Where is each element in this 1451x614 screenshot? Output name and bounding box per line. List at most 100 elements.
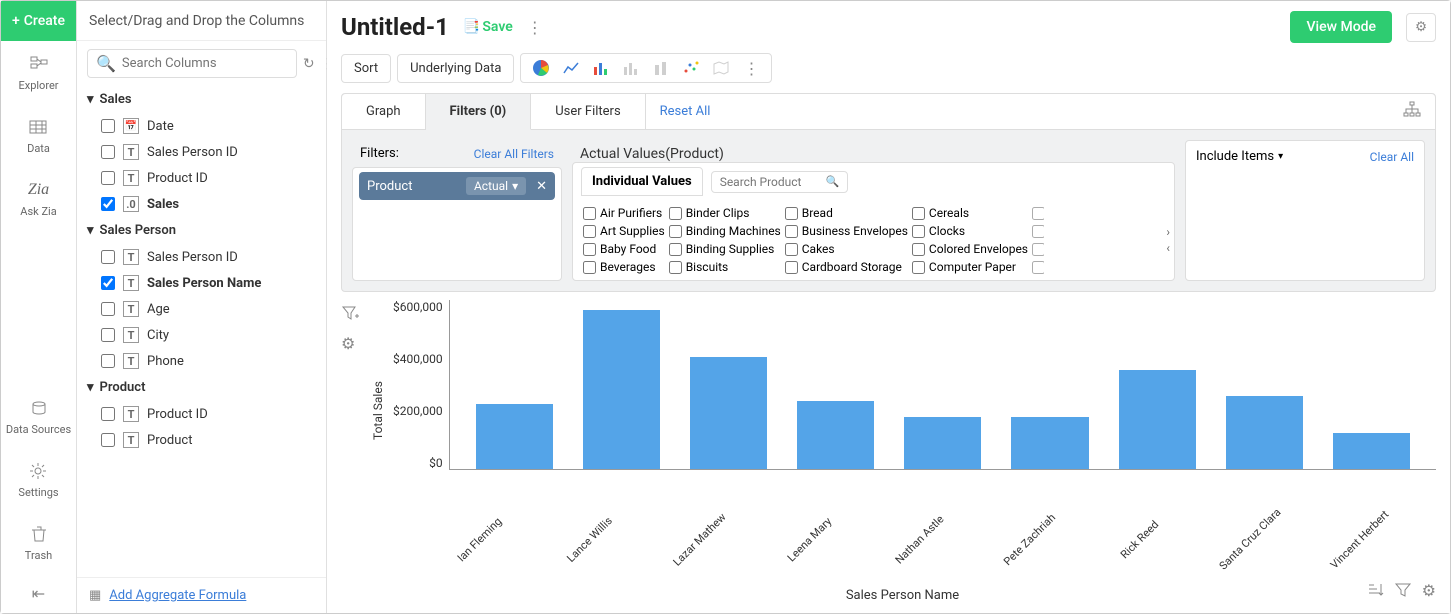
date-icon: 📅	[123, 118, 139, 134]
individual-values-tab[interactable]: Individual Values	[581, 167, 703, 196]
column-item[interactable]: TProduct ID	[87, 165, 316, 191]
x-axis-labels: Ian FlemingLance WillisLazar MathewLeena…	[369, 521, 1436, 548]
rail-trash[interactable]: Trash	[21, 511, 56, 574]
chart-config-icon[interactable]: ⚙	[1422, 581, 1436, 603]
product-checkbox[interactable]: Biscuits	[669, 260, 781, 274]
view-mode-button[interactable]: View Mode	[1290, 11, 1392, 43]
scroll-right-icon[interactable]: ›	[1166, 225, 1170, 239]
column-item[interactable]: TSales Person ID	[87, 244, 316, 270]
clear-all-filters-link[interactable]: Clear All Filters	[474, 147, 554, 161]
actual-values-title: Actual Values(Product)	[572, 140, 1175, 162]
column-item[interactable]: TProduct	[87, 427, 316, 453]
main-area: Untitled-1 📑 Save ⋮ View Mode ⚙ Sort Und…	[327, 1, 1450, 613]
add-aggregate-formula[interactable]: ▦ Add Aggregate Formula	[77, 577, 326, 613]
bar-chart-icon[interactable]	[591, 58, 611, 78]
product-checkbox[interactable]: Cakes	[785, 242, 908, 256]
sort-button[interactable]: Sort	[341, 54, 391, 83]
product-checkbox[interactable]: Binding Supplies	[669, 242, 781, 256]
filters-label: Filters:	[360, 146, 399, 161]
chart-bar[interactable]	[797, 401, 874, 469]
rail-data[interactable]: Data	[23, 104, 54, 167]
sort-bars-icon[interactable]	[1366, 581, 1384, 603]
product-checkbox[interactable]: Clocks	[912, 224, 1028, 238]
product-checkbox[interactable]: Cereals	[912, 206, 1028, 220]
search-columns-input[interactable]: 🔍	[87, 49, 297, 78]
rail-explorer[interactable]: Explorer	[14, 41, 62, 104]
product-checkbox[interactable]: Beverages	[583, 260, 665, 274]
group-header[interactable]: ▾Product	[87, 374, 316, 401]
remove-filter-icon[interactable]: ✕	[536, 179, 547, 194]
search-product-input[interactable]: 🔍	[711, 171, 849, 193]
collapse-rail-icon[interactable]: ⇤	[22, 574, 55, 613]
product-checkbox[interactable]: Colored Envelopes	[912, 242, 1028, 256]
rail-data-sources[interactable]: Data Sources	[2, 385, 75, 448]
columns-header: Select/Drag and Drop the Columns	[77, 1, 326, 41]
filter-mode-dropdown[interactable]: Actual ▾	[466, 177, 526, 195]
product-checkbox[interactable]: Art Supplies	[583, 224, 665, 238]
chevron-down-icon: ▾	[1278, 151, 1283, 162]
pie-chart-icon[interactable]	[531, 58, 551, 78]
save-button[interactable]: 📑 Save	[463, 19, 513, 35]
rail-ask-zia[interactable]: Zia Ask Zia	[16, 167, 60, 230]
product-checkbox[interactable]: Binder Clips	[669, 206, 781, 220]
create-label: Create	[24, 13, 65, 29]
product-checkbox[interactable]: Binding Machines	[669, 224, 781, 238]
create-button[interactable]: + Create	[1, 1, 76, 41]
column-item[interactable]: TAge	[87, 296, 316, 322]
bar-gray-icon[interactable]	[621, 58, 641, 78]
tab-graph[interactable]: Graph	[342, 94, 426, 129]
title-more-icon[interactable]: ⋮	[527, 18, 543, 37]
product-checkbox[interactable]: Air Purifiers	[583, 206, 665, 220]
filter-chip-product[interactable]: Product Actual ▾ ✕	[359, 172, 555, 200]
chart-bar[interactable]	[1226, 396, 1303, 469]
column-item[interactable]: .0Sales	[87, 191, 316, 217]
product-checkbox[interactable]: Baby Food	[583, 242, 665, 256]
group-header[interactable]: ▾Sales Person	[87, 217, 316, 244]
underlying-data-button[interactable]: Underlying Data	[397, 54, 514, 83]
column-item[interactable]: TSales Person Name	[87, 270, 316, 296]
product-checkbox[interactable]: Cardboard Storage	[785, 260, 908, 274]
filter-icon[interactable]	[1394, 581, 1412, 603]
map-chart-icon[interactable]	[711, 58, 731, 78]
number-icon: .0	[123, 196, 139, 212]
tree-icon[interactable]	[1389, 101, 1435, 123]
refresh-icon[interactable]: ↻	[303, 56, 315, 72]
column-item[interactable]: 📅Date	[87, 113, 316, 139]
product-checkbox[interactable]: Business Envelopes	[785, 224, 908, 238]
save-icon: 📑	[463, 19, 480, 35]
config-card: Graph Filters (0) User Filters Reset All…	[341, 93, 1436, 292]
chart-bar[interactable]	[1333, 433, 1410, 469]
column-item[interactable]: TPhone	[87, 348, 316, 374]
y-axis-label: Total Sales	[369, 300, 387, 521]
chart-bar[interactable]	[1119, 370, 1196, 469]
reset-all-link[interactable]: Reset All	[646, 104, 725, 119]
tab-user-filters[interactable]: User Filters	[531, 94, 645, 129]
zia-icon: Zia	[28, 179, 50, 201]
filter-add-icon[interactable]	[341, 304, 369, 326]
chart-bar[interactable]	[1011, 417, 1088, 469]
product-checkbox[interactable]: Computer Paper	[912, 260, 1028, 274]
include-items-dropdown[interactable]: Include Items ▾	[1196, 149, 1283, 164]
chart-bar[interactable]	[690, 357, 767, 469]
chart-bar[interactable]	[476, 404, 553, 469]
column-item[interactable]: TCity	[87, 322, 316, 348]
tab-filters[interactable]: Filters (0)	[426, 94, 532, 130]
settings-button[interactable]: ⚙	[1406, 13, 1436, 42]
column-item[interactable]: TSales Person ID	[87, 139, 316, 165]
chart-bar[interactable]	[904, 417, 981, 469]
line-chart-icon[interactable]	[561, 58, 581, 78]
clear-all-include-link[interactable]: Clear All	[1370, 150, 1414, 164]
group-header[interactable]: ▾Sales	[87, 86, 316, 113]
column-item[interactable]: TProduct ID	[87, 401, 316, 427]
rail-settings[interactable]: Settings	[14, 448, 62, 511]
stacked-bar-icon[interactable]	[651, 58, 671, 78]
text-icon: T	[123, 406, 139, 422]
include-column: Include Items ▾ Clear All	[1185, 140, 1425, 281]
chart-settings-icon[interactable]: ⚙	[341, 334, 369, 353]
chart-more-icon[interactable]: ⋮	[741, 58, 761, 78]
scatter-chart-icon[interactable]	[681, 58, 701, 78]
chart-bar[interactable]	[583, 310, 660, 469]
product-checkbox[interactable]: Bread	[785, 206, 908, 220]
text-icon: T	[123, 327, 139, 343]
scroll-left-icon[interactable]: ‹	[1166, 241, 1170, 255]
